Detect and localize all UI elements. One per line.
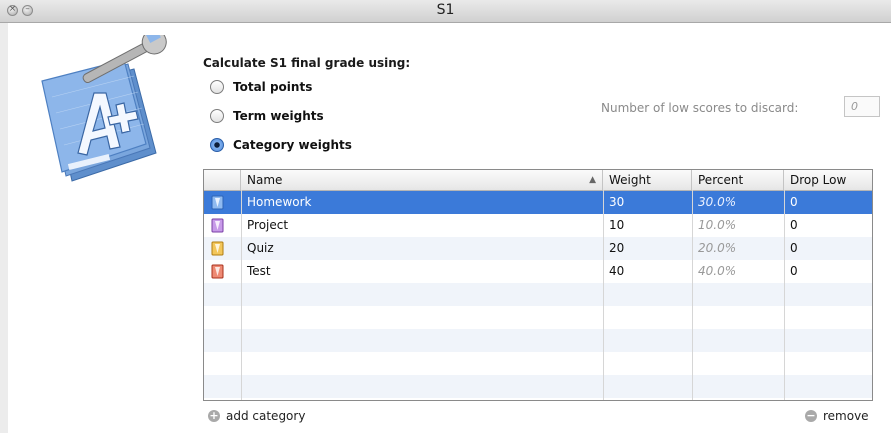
table-row[interactable]: Project 10 10.0% 0	[204, 214, 872, 237]
test-notebook-icon	[211, 264, 224, 279]
cell-weight[interactable]: 40	[603, 260, 624, 283]
table-row[interactable]: Quiz 20 20.0% 0	[204, 237, 872, 260]
cell-percent: 20.0%	[698, 241, 737, 255]
cell-name: Test	[247, 264, 271, 278]
cell-percent: 30.0%	[698, 195, 737, 209]
discard-low-scores-field[interactable]: 0	[844, 96, 880, 117]
empty-row	[204, 329, 872, 352]
cell-weight[interactable]: 20	[603, 237, 624, 260]
table-row[interactable]: Homework 30 30.0% 0	[204, 191, 872, 214]
title-bar: × – S1	[0, 0, 891, 23]
category-weights-label: Category weights	[233, 138, 352, 152]
column-name-label: Name	[247, 173, 283, 187]
cell-drop-low[interactable]: 0	[784, 191, 798, 214]
column-header-percent[interactable]: Percent	[692, 170, 784, 190]
cell-weight[interactable]: 30	[603, 191, 624, 214]
cell-weight[interactable]: 10	[603, 214, 624, 237]
column-divider	[241, 190, 242, 400]
column-header-weight[interactable]: Weight	[603, 170, 692, 190]
option-term-weights[interactable]: Term weights	[210, 107, 324, 125]
cell-name: Homework	[247, 195, 312, 209]
category-table: Name ▲ Weight Percent Drop Low Homework …	[203, 169, 873, 401]
grading-window: × – S1 Calculate S1 final grade using: T…	[0, 0, 891, 433]
cell-name: Quiz	[247, 241, 274, 255]
cell-percent: 40.0%	[698, 264, 737, 278]
cell-drop-low[interactable]: 0	[784, 214, 798, 237]
add-icon: +	[208, 409, 220, 422]
table-header: Name ▲ Weight Percent Drop Low	[204, 170, 872, 191]
remove-label: remove	[823, 409, 869, 423]
quiz-notebook-icon	[211, 241, 224, 256]
cell-name: Project	[247, 218, 289, 232]
cell-drop-low[interactable]: 0	[784, 237, 798, 260]
empty-row	[204, 375, 872, 398]
table-row[interactable]: Test 40 40.0% 0	[204, 260, 872, 283]
calculation-heading: Calculate S1 final grade using:	[203, 56, 411, 70]
option-category-weights[interactable]: Category weights	[210, 136, 352, 154]
add-category-button[interactable]: + add category	[208, 408, 305, 424]
add-category-label: add category	[226, 409, 306, 423]
homework-notebook-icon	[211, 195, 224, 210]
column-divider	[692, 190, 693, 400]
empty-row	[204, 306, 872, 329]
cell-drop-low[interactable]: 0	[784, 260, 798, 283]
discard-low-scores-label: Number of low scores to discard:	[601, 101, 799, 115]
empty-row	[204, 283, 872, 306]
column-divider	[603, 190, 604, 400]
sort-ascending-icon: ▲	[589, 175, 596, 185]
option-total-points[interactable]: Total points	[210, 78, 312, 96]
app-logo-icon	[41, 35, 167, 182]
term-weights-label: Term weights	[233, 109, 324, 123]
category-weights-radio[interactable]	[210, 138, 224, 152]
column-divider	[784, 190, 785, 400]
window-title: S1	[436, 2, 455, 18]
remove-category-button[interactable]: − remove	[805, 408, 869, 424]
cell-percent: 10.0%	[698, 218, 737, 232]
empty-row	[204, 352, 872, 375]
column-header-name[interactable]: Name ▲	[241, 170, 603, 190]
remove-icon: −	[805, 409, 817, 422]
total-points-radio[interactable]	[210, 80, 224, 94]
term-weights-radio[interactable]	[210, 109, 224, 123]
total-points-label: Total points	[233, 80, 313, 94]
project-notebook-icon	[211, 218, 224, 233]
column-header-icon[interactable]	[204, 170, 241, 190]
column-header-drop-low[interactable]: Drop Low	[784, 170, 872, 190]
